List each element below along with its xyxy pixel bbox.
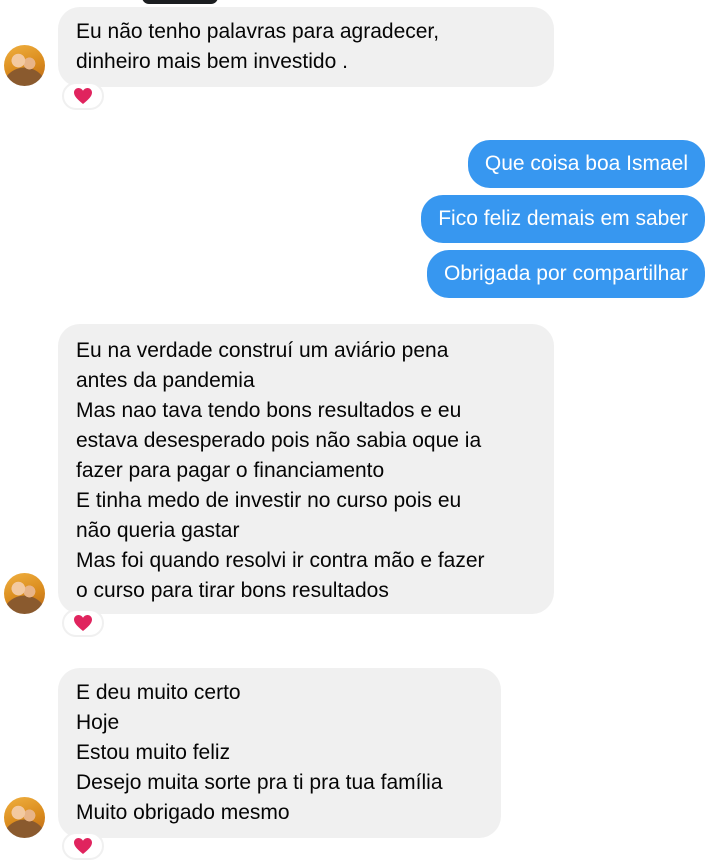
heart-icon [74, 838, 92, 854]
top-indicator [142, 0, 218, 4]
incoming-message[interactable]: E deu muito certo Hoje Estou muito feliz… [58, 668, 501, 838]
heart-icon [74, 615, 92, 631]
chat-thread: Eu não tenho palavras para agradecer, di… [0, 0, 712, 868]
outgoing-message[interactable]: Fico feliz demais em saber [421, 195, 705, 243]
incoming-message[interactable]: Eu não tenho palavras para agradecer, di… [58, 7, 554, 87]
outgoing-message[interactable]: Obrigada por compartilhar [427, 250, 705, 298]
reaction-badge[interactable] [62, 832, 104, 860]
heart-icon [74, 88, 92, 104]
reaction-badge[interactable] [62, 609, 104, 637]
reaction-badge[interactable] [62, 82, 104, 110]
incoming-message[interactable]: Eu na verdade construí um aviário pena a… [58, 324, 554, 614]
avatar[interactable] [4, 797, 45, 838]
avatar[interactable] [4, 45, 45, 86]
outgoing-message[interactable]: Que coisa boa Ismael [467, 140, 705, 188]
avatar[interactable] [4, 573, 45, 614]
